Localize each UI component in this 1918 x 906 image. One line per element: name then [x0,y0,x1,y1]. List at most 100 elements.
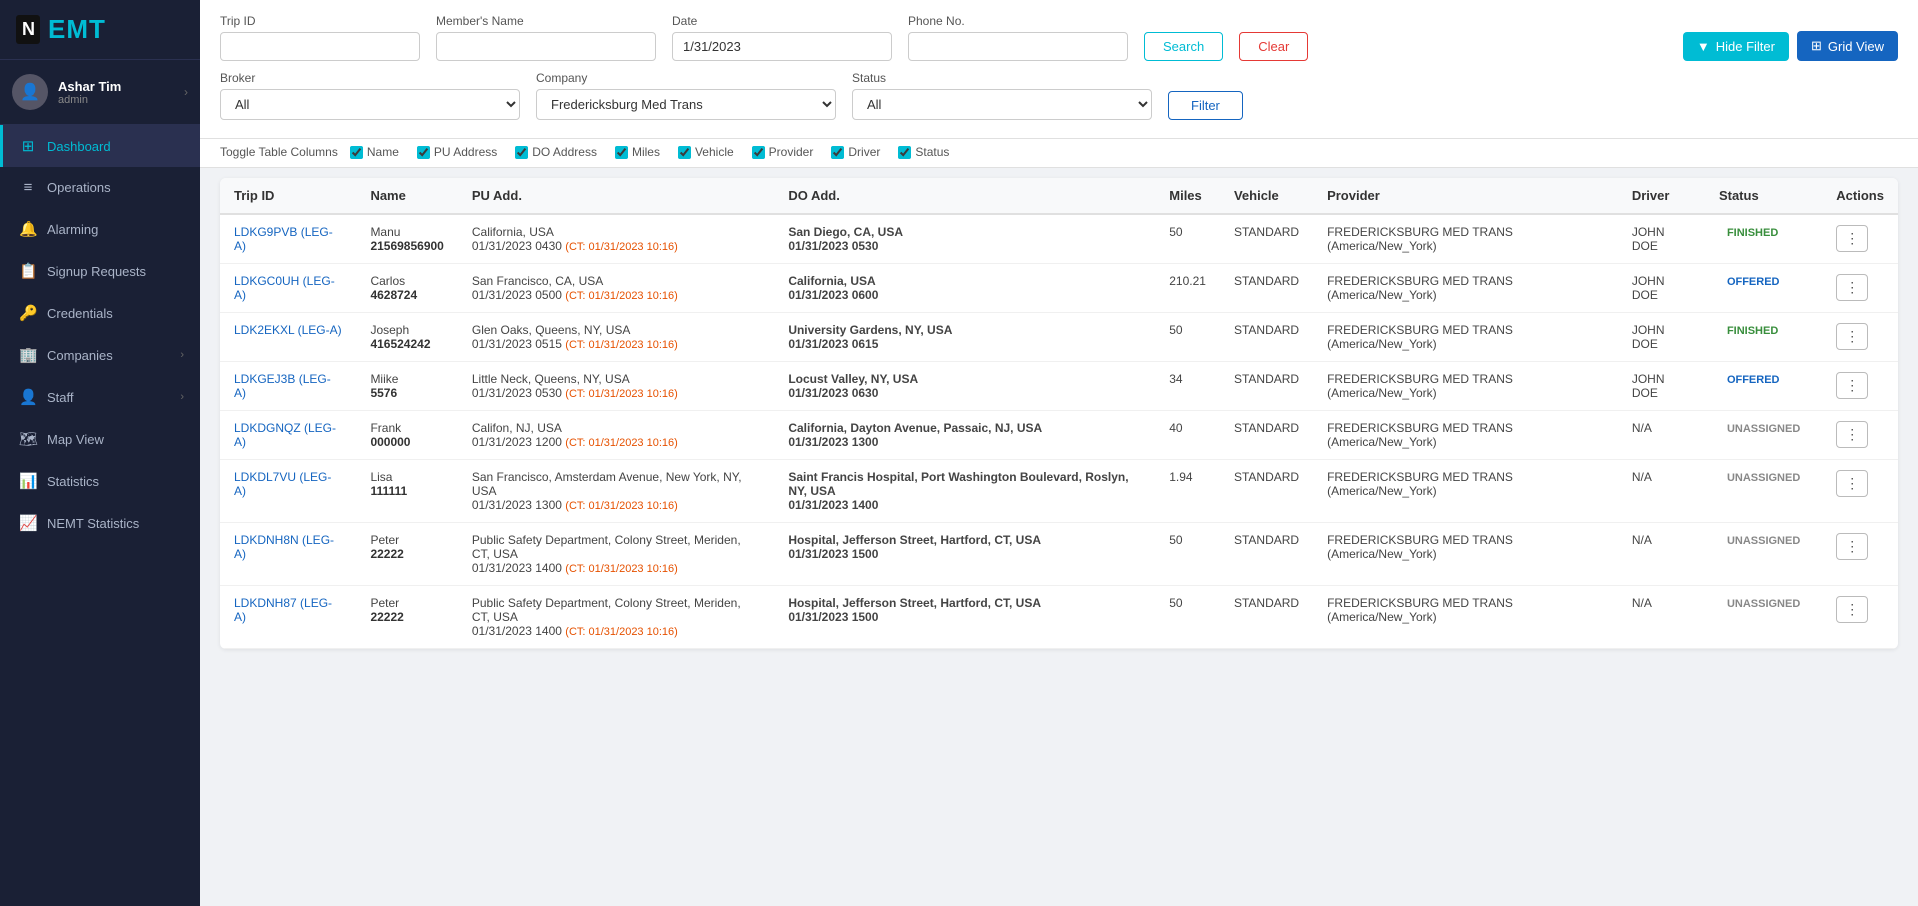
sidebar-item-statistics[interactable]: 📊 Statistics [0,460,200,502]
pu-date: 01/31/2023 1400 (CT: 01/31/2023 10:16) [472,561,760,575]
actions-button[interactable]: ⋮ [1836,596,1868,623]
sidebar-item-companies[interactable]: 🏢 Companies › [0,334,200,376]
pu-date: 01/31/2023 0515 (CT: 01/31/2023 10:16) [472,337,760,351]
trip-id-link[interactable]: LDKG9PVB (LEG-A) [234,225,333,253]
cell-miles: 50 [1155,214,1220,264]
sidebar-item-dashboard[interactable]: ⊞ Dashboard [0,125,200,167]
sidebar-item-nemt-statistics[interactable]: 📈 NEMT Statistics [0,502,200,544]
trip-id-link[interactable]: LDKDL7VU (LEG-A) [234,470,331,498]
col-driver: Driver [1618,178,1705,214]
cell-pu-add: San Francisco, Amsterdam Avenue, New Yor… [458,460,774,523]
cell-provider: FREDERICKSBURG MED TRANS (America/New_Yo… [1313,264,1618,313]
actions-button[interactable]: ⋮ [1836,274,1868,301]
cell-do-add: California, USA 01/31/2023 0600 [774,264,1155,313]
do-address: Locust Valley, NY, USA [788,372,1141,386]
trip-id-group: Trip ID [220,14,420,61]
toggle-columns-bar: Toggle Table Columns Name PU Address DO … [200,139,1918,168]
cell-name: Frank 000000 [356,411,457,460]
do-date: 01/31/2023 1500 [788,547,1141,561]
sidebar-item-signup-requests[interactable]: 📋 Signup Requests [0,250,200,292]
cell-provider: FREDERICKSBURG MED TRANS (America/New_Yo… [1313,214,1618,264]
sidebar-label-operations: Operations [47,180,184,195]
pu-address: San Francisco, CA, USA [472,274,760,288]
cell-driver: JOHN DOE [1618,264,1705,313]
filter-button[interactable]: Filter [1168,91,1243,120]
status-badge: UNASSIGNED [1719,420,1808,438]
trip-id-link[interactable]: LDKGC0UH (LEG-A) [234,274,335,302]
do-address: Hospital, Jefferson Street, Hartford, CT… [788,533,1141,547]
cell-actions: ⋮ [1822,362,1898,411]
trip-id-link[interactable]: LDKDNH87 (LEG-A) [234,596,332,624]
status-badge: UNASSIGNED [1719,469,1808,487]
pu-address: Public Safety Department, Colony Street,… [472,596,760,624]
search-button[interactable]: Search [1144,32,1223,61]
cell-trip-id: LDKGEJ3B (LEG-A) [220,362,356,411]
hide-filter-button[interactable]: ▼ Hide Filter [1683,32,1789,61]
sidebar-item-alarming[interactable]: 🔔 Alarming [0,208,200,250]
toggle-pu-address[interactable]: PU Address [417,145,497,159]
sidebar-item-map-view[interactable]: 🗺 Map View [0,418,200,460]
cell-name: Lisa 111111 [356,460,457,523]
actions-button[interactable]: ⋮ [1836,533,1868,560]
actions-button[interactable]: ⋮ [1836,372,1868,399]
cell-name: Manu 21569856900 [356,214,457,264]
trip-id-link[interactable]: LDK2EKXL (LEG-A) [234,323,342,337]
clear-button[interactable]: Clear [1239,32,1308,61]
cell-vehicle: STANDARD [1220,264,1313,313]
cell-pu-add: San Francisco, CA, USA 01/31/2023 0500 (… [458,264,774,313]
trip-id-input[interactable] [220,32,420,61]
pu-address: Glen Oaks, Queens, NY, USA [472,323,760,337]
cell-driver: JOHN DOE [1618,313,1705,362]
toggle-vehicle[interactable]: Vehicle [678,145,734,159]
cell-name: Joseph 416524242 [356,313,457,362]
chevron-right-icon: › [184,85,188,99]
grid-view-button[interactable]: ⊞ Grid View [1797,31,1898,61]
cell-pu-add: Little Neck, Queens, NY, USA 01/31/2023 … [458,362,774,411]
sidebar-item-staff[interactable]: 👤 Staff › [0,376,200,418]
sidebar-item-operations[interactable]: ≡ Operations [0,167,200,208]
status-select[interactable]: All FINISHED OFFERED UNASSIGNED [852,89,1152,120]
actions-button[interactable]: ⋮ [1836,421,1868,448]
cell-trip-id: LDKDL7VU (LEG-A) [220,460,356,523]
table-container: Trip ID Name PU Add. DO Add. Miles Vehic… [200,168,1918,906]
do-address: Saint Francis Hospital, Port Washington … [788,470,1141,498]
avatar: 👤 [12,74,48,110]
col-provider: Provider [1313,178,1618,214]
cell-trip-id: LDKDGNQZ (LEG-A) [220,411,356,460]
actions-button[interactable]: ⋮ [1836,323,1868,350]
member-phone: 4628724 [370,288,443,302]
phone-input[interactable] [908,32,1128,61]
toggle-miles[interactable]: Miles [615,145,660,159]
phone-group: Phone No. [908,14,1128,61]
cell-actions: ⋮ [1822,264,1898,313]
col-do-add: DO Add. [774,178,1155,214]
user-section[interactable]: 👤 Ashar Tim admin › [0,60,200,125]
trip-id-link[interactable]: LDKDNH8N (LEG-A) [234,533,334,561]
trip-id-link[interactable]: LDKDGNQZ (LEG-A) [234,421,336,449]
member-name-input[interactable] [436,32,656,61]
trip-id-link[interactable]: LDKGEJ3B (LEG-A) [234,372,331,400]
actions-button[interactable]: ⋮ [1836,470,1868,497]
toggle-name[interactable]: Name [350,145,399,159]
cell-actions: ⋮ [1822,586,1898,649]
trips-table: Trip ID Name PU Add. DO Add. Miles Vehic… [220,178,1898,649]
company-select[interactable]: Fredericksburg Med Trans [536,89,836,120]
broker-select[interactable]: All [220,89,520,120]
toggle-do-address[interactable]: DO Address [515,145,597,159]
toggle-status[interactable]: Status [898,145,949,159]
cell-miles: 34 [1155,362,1220,411]
cell-actions: ⋮ [1822,523,1898,586]
cell-driver: N/A [1618,586,1705,649]
cell-pu-add: Glen Oaks, Queens, NY, USA 01/31/2023 05… [458,313,774,362]
toggle-driver[interactable]: Driver [831,145,880,159]
status-group: Status All FINISHED OFFERED UNASSIGNED [852,71,1152,120]
sidebar-item-credentials[interactable]: 🔑 Credentials [0,292,200,334]
toggle-provider[interactable]: Provider [752,145,814,159]
do-date: 01/31/2023 0530 [788,239,1141,253]
member-phone: 22222 [370,547,443,561]
col-miles: Miles [1155,178,1220,214]
actions-button[interactable]: ⋮ [1836,225,1868,252]
date-input[interactable] [672,32,892,61]
cell-name: Peter 22222 [356,523,457,586]
do-address: California, USA [788,274,1141,288]
